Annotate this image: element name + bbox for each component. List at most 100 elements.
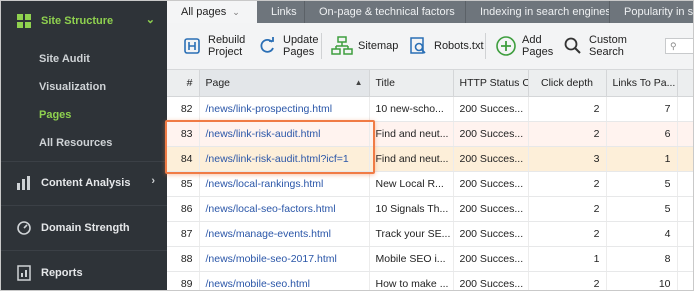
tab-popularity[interactable]: Popularity in s <box>610 1 693 23</box>
chevron-right-icon: › <box>151 175 155 187</box>
links-to-page: 7 <box>606 96 678 122</box>
sidebar-section-domain-strength[interactable]: Domain Strength <box>1 208 167 248</box>
page-url-link[interactable]: /news/mobile-seo.html <box>199 271 370 290</box>
http-status: 200 Succes... <box>453 271 529 290</box>
click-depth: 2 <box>528 121 607 147</box>
row-number: 89 <box>167 271 200 290</box>
row-extra-cell <box>677 196 693 222</box>
tab-all-pages[interactable]: All pages ⌄ <box>167 1 257 23</box>
column-header-number[interactable]: # <box>167 70 200 97</box>
row-number: 88 <box>167 246 200 272</box>
bar-chart-icon <box>15 174 33 192</box>
row-extra-cell <box>677 121 693 147</box>
pages-table: # Page ▲ Title HTTP Status C... Click dep… <box>167 70 693 290</box>
quick-search-input[interactable]: ⚲ <box>665 38 693 54</box>
row-number: 83 <box>167 121 200 147</box>
sidebar-section-label: Site Structure <box>41 15 114 27</box>
sidebar-section-site-structure[interactable]: Site Structure ⌄ <box>1 1 167 41</box>
row-number: 85 <box>167 171 200 197</box>
page-url-link[interactable]: /news/manage-events.html <box>199 221 370 247</box>
tab-indexing[interactable]: Indexing in search engines <box>466 1 610 23</box>
row-extra-cell <box>677 246 693 272</box>
click-depth: 2 <box>528 196 607 222</box>
custom-search-button[interactable]: Custom Search <box>562 29 627 63</box>
tab-onpage-technical[interactable]: On-page & technical factors <box>305 1 466 23</box>
page-url-link[interactable]: /news/link-prospecting.html <box>199 96 370 122</box>
toolbar-separator <box>485 33 486 59</box>
gauge-icon <box>15 219 33 237</box>
column-header-http-status[interactable]: HTTP Status C... <box>453 70 529 97</box>
sort-ascending-icon: ▲ <box>354 78 363 87</box>
table-row[interactable]: 86/news/local-seo-factors.html 10 Signals… <box>167 196 693 222</box>
http-status: 200 Succes... <box>453 246 529 272</box>
table-row[interactable]: 87/news/manage-events.html Track your SE.… <box>167 221 693 247</box>
search-icon <box>562 35 584 57</box>
sidebar-section-label: Domain Strength <box>41 222 130 234</box>
add-icon <box>495 35 517 57</box>
sidebar-divider <box>1 250 167 251</box>
page-title: Find and neut... <box>369 146 454 172</box>
table-row[interactable]: 85/news/local-rankings.html New Local R..… <box>167 171 693 197</box>
sitemap-button[interactable]: Sitemap <box>331 29 398 63</box>
http-status: 200 Succes... <box>453 121 529 147</box>
links-to-page: 1 <box>606 146 678 172</box>
rebuild-project-button[interactable]: Rebuild Project <box>181 29 245 63</box>
links-to-page: 5 <box>606 196 678 222</box>
row-extra-cell <box>677 221 693 247</box>
add-pages-button[interactable]: Add Pages <box>495 29 553 63</box>
button-label: Update Pages <box>283 34 319 58</box>
button-label: Add Pages <box>522 34 554 58</box>
page-url-link[interactable]: /news/mobile-seo-2017.html <box>199 246 370 272</box>
click-depth: 2 <box>528 171 607 197</box>
table-row[interactable]: 83/news/link-risk-audit.html Find and neu… <box>167 121 693 147</box>
links-to-page: 5 <box>606 171 678 197</box>
page-title: Find and neut... <box>369 121 454 147</box>
table-row[interactable]: 89/news/mobile-seo.html How to make ... 20… <box>167 271 693 290</box>
links-to-page: 8 <box>606 246 678 272</box>
sidebar-section-reports[interactable]: Reports <box>1 253 167 290</box>
links-to-page: 4 <box>606 221 678 247</box>
click-depth: 2 <box>528 271 607 290</box>
click-depth: 3 <box>528 146 607 172</box>
sidebar-section-content-analysis[interactable]: Content Analysis › <box>1 163 167 203</box>
links-to-page: 6 <box>606 121 678 147</box>
column-header-links-to-page[interactable]: Links To Pa... <box>606 70 678 97</box>
page-title: How to make ... <box>369 271 454 290</box>
row-number: 82 <box>167 96 200 122</box>
column-header-title[interactable]: Title <box>369 70 454 97</box>
sitemap-icon <box>331 35 353 57</box>
sidebar-item-visualization[interactable]: Visualization <box>1 73 167 101</box>
click-depth: 2 <box>528 96 607 122</box>
rebuild-icon <box>181 35 203 57</box>
page-title: New Local R... <box>369 171 454 197</box>
page-title: 10 new-scho... <box>369 96 454 122</box>
sitemap-icon <box>15 12 33 30</box>
page-url-link[interactable]: /news/local-rankings.html <box>199 171 370 197</box>
column-header-click-depth[interactable]: Click depth <box>528 70 607 97</box>
page-url-link[interactable]: /news/link-risk-audit.html?icf=1 <box>199 146 370 172</box>
button-label: Rebuild Project <box>208 34 246 58</box>
header-label: Page <box>205 77 231 89</box>
chevron-down-icon: ⌄ <box>232 7 240 17</box>
page-url-link[interactable]: /news/link-risk-audit.html <box>199 121 370 147</box>
page-url-link[interactable]: /news/local-seo-factors.html <box>199 196 370 222</box>
table-row[interactable]: 84/news/link-risk-audit.html?icf=1 Find a… <box>167 146 693 172</box>
table-row[interactable]: 82/news/link-prospecting.html 10 new-scho… <box>167 96 693 122</box>
page-title: Track your SE... <box>369 221 454 247</box>
sidebar-item-site-audit[interactable]: Site Audit <box>1 45 167 73</box>
column-header-page[interactable]: Page ▲ <box>199 70 370 97</box>
sidebar-item-all-resources[interactable]: All Resources <box>1 129 167 157</box>
tab-links[interactable]: Links <box>257 1 305 23</box>
page-title: 10 Signals Th... <box>369 196 454 222</box>
robots-txt-button[interactable]: Robots.txt <box>407 29 484 63</box>
update-pages-button[interactable]: Update Pages <box>256 29 318 63</box>
row-extra-cell <box>677 171 693 197</box>
robots-file-icon <box>407 35 429 57</box>
row-number: 84 <box>167 146 200 172</box>
table-row[interactable]: 88/news/mobile-seo-2017.html Mobile SEO i… <box>167 246 693 272</box>
click-depth: 2 <box>528 221 607 247</box>
tab-label: All pages <box>181 6 227 18</box>
sidebar-item-pages[interactable]: Pages <box>1 101 167 129</box>
row-extra-cell <box>677 146 693 172</box>
column-header-extra[interactable] <box>677 70 693 97</box>
